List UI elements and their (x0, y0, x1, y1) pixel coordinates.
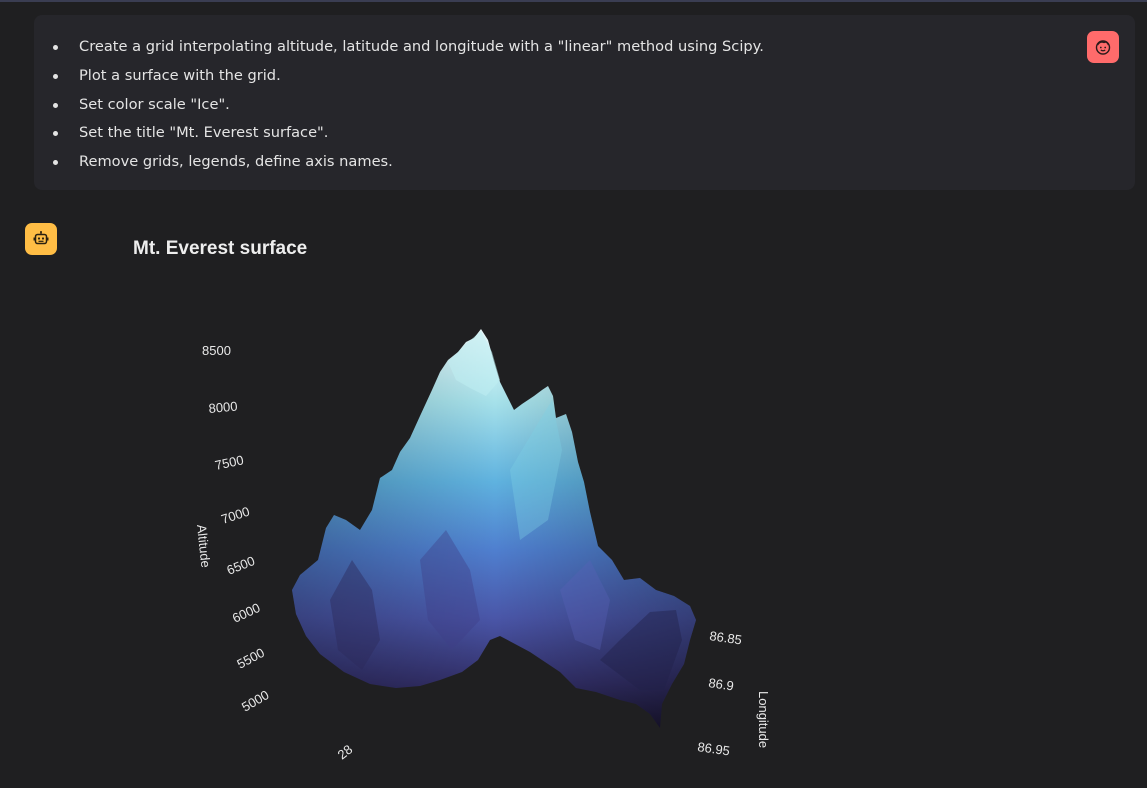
altitude-tick: 6000 (230, 600, 263, 626)
longitude-tick: 86.9 (708, 675, 735, 693)
altitude-tick: 7000 (219, 504, 251, 527)
longitude-axis-label: Longitude (756, 691, 771, 748)
surface-plot[interactable]: 8500 8000 7500 7000 6500 6000 5500 5000 … (0, 0, 1147, 788)
altitude-tick: 5000 (239, 687, 272, 714)
altitude-tick: 7500 (214, 452, 245, 473)
altitude-axis-label: Altitude (194, 524, 213, 569)
longitude-tick: 86.95 (697, 739, 731, 758)
longitude-axis: 86.85 86.9 86.95 Longitude (697, 628, 771, 758)
altitude-tick: 5500 (234, 645, 267, 672)
longitude-tick: 86.85 (709, 628, 743, 647)
altitude-tick: 8500 (202, 343, 231, 358)
altitude-tick: 8000 (208, 399, 238, 416)
altitude-axis: 8500 8000 7500 7000 6500 6000 5500 5000 … (194, 343, 272, 715)
latitude-axis: 28 (335, 742, 356, 763)
surface-mesh[interactable] (292, 329, 696, 728)
altitude-tick: 6500 (225, 553, 257, 578)
latitude-tick: 28 (335, 742, 356, 763)
